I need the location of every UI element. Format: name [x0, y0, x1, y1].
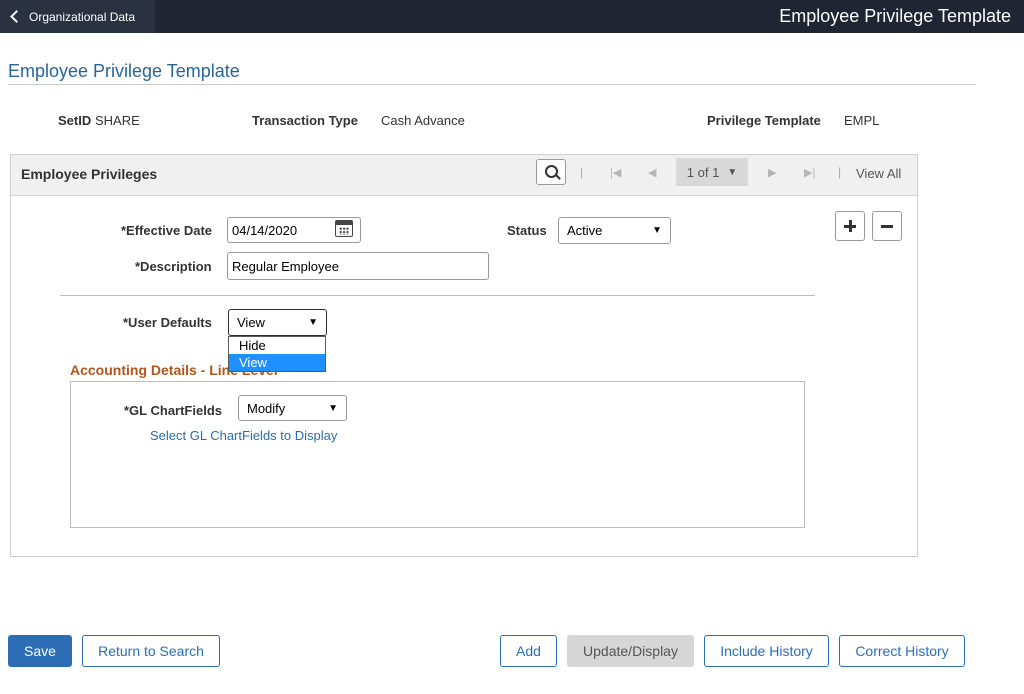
status-select[interactable]: Active ▼	[558, 217, 671, 244]
calendar-icon[interactable]	[335, 220, 353, 237]
dropdown-option-hide[interactable]: Hide	[229, 337, 325, 354]
row-count-label: 1 of 1	[686, 164, 720, 180]
last-icon[interactable]: ▶|	[804, 166, 815, 179]
page-title: Employee Privilege Template	[8, 61, 240, 81]
description-input[interactable]: Regular Employee	[227, 252, 489, 280]
effective-date-label: *Effective Date	[121, 223, 213, 238]
description-label: *Description	[135, 259, 212, 274]
row-count-select[interactable]: 1 of 1 ▼	[676, 158, 748, 186]
transaction-type-label: Transaction Type	[252, 113, 358, 128]
description-value: Regular Employee	[232, 258, 339, 274]
status-label: Status	[507, 223, 547, 238]
dropdown-option-view[interactable]: View	[229, 354, 325, 371]
group-title: Employee Privileges	[21, 166, 158, 182]
save-button[interactable]: Save	[8, 635, 72, 667]
add-button[interactable]: Add	[500, 635, 557, 667]
title-divider	[8, 84, 976, 85]
delete-row-button[interactable]	[872, 211, 902, 241]
user-defaults-select[interactable]: View ▼	[228, 309, 327, 336]
user-defaults-dropdown-list: Hide View	[228, 336, 326, 372]
user-defaults-label: *User Defaults	[123, 315, 212, 330]
status-value: Active	[567, 223, 603, 238]
prev-icon[interactable]: ◀	[648, 166, 656, 179]
next-icon[interactable]: ▶	[768, 166, 776, 179]
gl-chartfields-value: Modify	[247, 400, 286, 416]
transaction-type-value: Cash Advance	[381, 113, 465, 128]
return-to-search-button[interactable]: Return to Search	[82, 635, 220, 667]
chevron-down-icon: ▼	[328, 402, 338, 414]
correct-history-button[interactable]: Correct History	[839, 635, 965, 667]
chevron-down-icon: ▼	[308, 317, 318, 328]
chevron-down-icon: ▼	[652, 225, 662, 236]
header-title: Employee Privilege Template	[779, 6, 1011, 26]
gl-chartfields-label: *GL ChartFields	[124, 403, 223, 418]
select-gl-chartfields-link[interactable]: Select GL ChartFields to Display	[150, 428, 337, 443]
view-all-link[interactable]: View All	[856, 166, 901, 181]
nav-separator: |	[838, 165, 842, 179]
section-divider	[60, 295, 815, 296]
nav-separator: |	[580, 165, 584, 179]
privilege-template-label: Privilege Template	[707, 113, 821, 128]
update-display-button: Update/Display	[567, 635, 694, 667]
search-button[interactable]	[536, 159, 566, 185]
setid-label: SetID	[58, 113, 92, 128]
back-button[interactable]: Organizational Data	[0, 0, 155, 33]
chevron-left-icon	[10, 10, 23, 23]
user-defaults-value: View	[237, 315, 265, 330]
effective-date-value: 04/14/2020	[232, 222, 298, 238]
chevron-down-icon: ▼	[727, 166, 738, 178]
privilege-template-value: EMPL	[844, 113, 880, 128]
add-row-button[interactable]	[835, 211, 865, 241]
gl-chartfields-select[interactable]: Modify ▼	[238, 395, 347, 421]
setid-value: SHARE	[95, 113, 140, 128]
back-button-label: Organizational Data	[29, 9, 136, 24]
first-icon[interactable]: |◀	[610, 166, 621, 179]
include-history-button[interactable]: Include History	[704, 635, 829, 667]
